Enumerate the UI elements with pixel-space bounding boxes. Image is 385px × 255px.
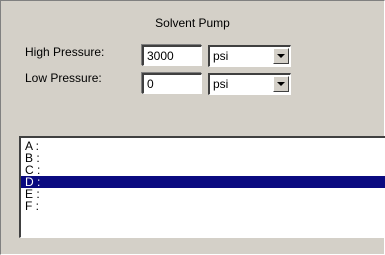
list-item-b[interactable]: B : xyxy=(21,152,385,164)
panel-title: Solvent Pump xyxy=(155,16,230,30)
low-pressure-unit-dropdown-button[interactable] xyxy=(273,76,289,92)
high-pressure-unit-value: psi xyxy=(213,49,229,63)
chevron-down-icon xyxy=(277,82,285,86)
low-pressure-label: Low Pressure: xyxy=(25,71,102,85)
high-pressure-input[interactable]: 3000 xyxy=(142,45,202,66)
high-pressure-label: High Pressure: xyxy=(25,45,105,59)
high-pressure-unit-select[interactable]: psi xyxy=(208,45,291,67)
solvent-pump-panel: Solvent Pump High Pressure: 3000 psi Low… xyxy=(0,0,385,255)
low-pressure-unit-value: psi xyxy=(213,77,229,91)
list-item-a[interactable]: A : xyxy=(21,140,385,152)
solvent-listbox[interactable]: A : B : C : D : E : F : xyxy=(19,136,385,238)
list-item-d[interactable]: D : xyxy=(21,176,385,188)
low-pressure-unit-select[interactable]: psi xyxy=(208,73,291,95)
high-pressure-unit-dropdown-button[interactable] xyxy=(273,48,289,64)
low-pressure-input[interactable]: 0 xyxy=(142,73,202,94)
list-item-f[interactable]: F : xyxy=(21,200,385,212)
list-item-c[interactable]: C : xyxy=(21,164,385,176)
chevron-down-icon xyxy=(277,54,285,58)
list-item-e[interactable]: E : xyxy=(21,188,385,200)
